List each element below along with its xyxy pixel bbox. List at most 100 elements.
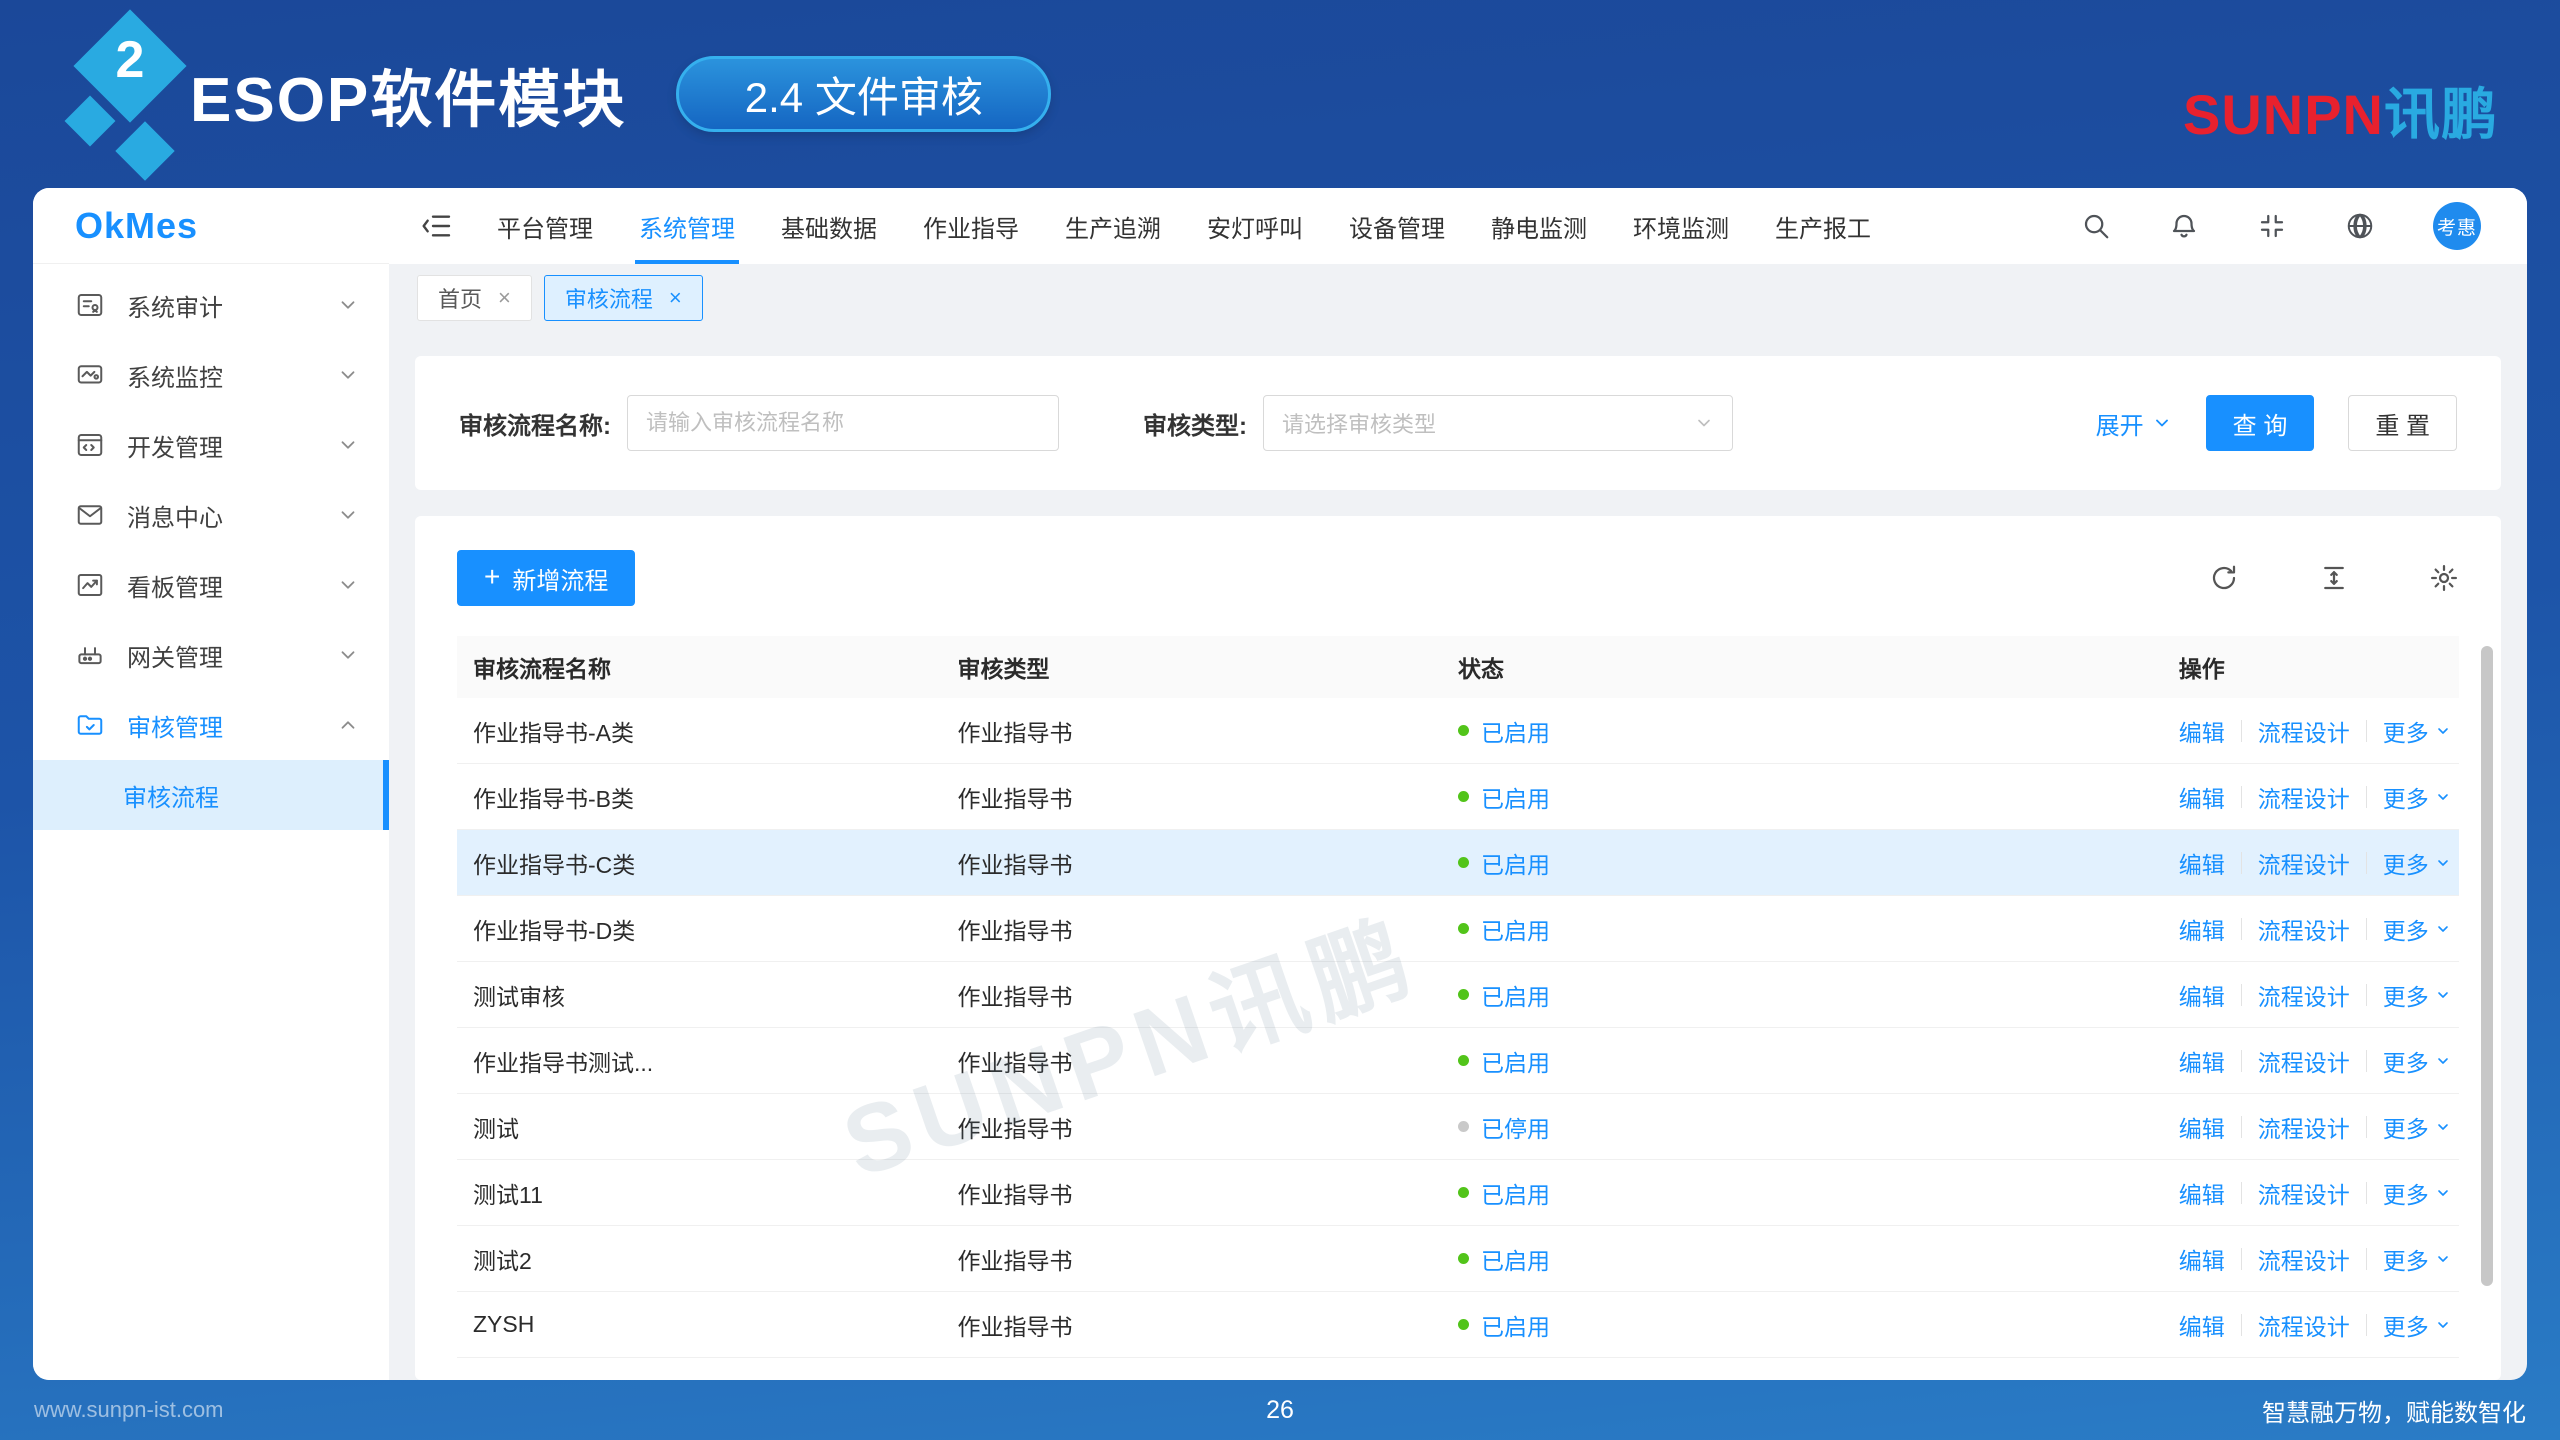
flow-design-link[interactable]: 流程设计 <box>2258 846 2350 880</box>
table-panel: + 新增流程 <box>415 516 2501 1380</box>
sidebar-item-board-manage[interactable]: 看板管理 <box>33 550 389 620</box>
reset-button[interactable]: 重 置 <box>2348 395 2457 451</box>
flow-design-link[interactable]: 流程设计 <box>2258 978 2350 1012</box>
more-link[interactable]: 更多 <box>2383 1308 2429 1342</box>
action-divider <box>2241 984 2242 1006</box>
more-link[interactable]: 更多 <box>2383 1176 2429 1210</box>
edit-link[interactable]: 编辑 <box>2179 1308 2225 1342</box>
flow-design-link[interactable]: 流程设计 <box>2258 1242 2350 1276</box>
chevron-down-icon <box>337 714 359 736</box>
row-density-icon[interactable] <box>2319 563 2349 593</box>
cell-status: 已启用 <box>1458 846 2179 880</box>
settings-gear-icon[interactable] <box>2429 563 2459 593</box>
nav-item-andon-call[interactable]: 安灯呼叫 <box>1207 188 1303 264</box>
edit-link[interactable]: 编辑 <box>2179 846 2225 880</box>
search-button[interactable]: 查 询 <box>2206 395 2315 451</box>
status-dot <box>1458 857 1469 868</box>
tab-home[interactable]: 首页 × <box>417 275 532 321</box>
sidebar-item-dev-manage[interactable]: 开发管理 <box>33 410 389 480</box>
more-link[interactable]: 更多 <box>2383 912 2429 946</box>
nav-item-platform[interactable]: 平台管理 <box>497 188 593 264</box>
sidebar-item-gateway-manage[interactable]: 网关管理 <box>33 620 389 690</box>
edit-link[interactable]: 编辑 <box>2179 1242 2225 1276</box>
more-link[interactable]: 更多 <box>2383 846 2429 880</box>
more-link[interactable]: 更多 <box>2383 978 2429 1012</box>
scrollbar-thumb[interactable] <box>2481 646 2493 1286</box>
edit-link[interactable]: 编辑 <box>2179 780 2225 814</box>
nav-item-basic-data[interactable]: 基础数据 <box>781 188 877 264</box>
add-flow-button[interactable]: + 新增流程 <box>457 550 635 606</box>
fullscreen-exit-icon[interactable] <box>2257 211 2287 241</box>
sidebar-subitem-audit-flow[interactable]: 审核流程 <box>33 760 389 830</box>
status-dot <box>1458 1187 1469 1198</box>
nav-item-system[interactable]: 系统管理 <box>639 188 735 264</box>
flow-design-link[interactable]: 流程设计 <box>2258 1308 2350 1342</box>
action-divider <box>2366 1248 2367 1270</box>
cell-flow-name: 测试审核 <box>457 978 958 1012</box>
status-dot <box>1458 1253 1469 1264</box>
search-icon[interactable] <box>2081 211 2111 241</box>
edit-link[interactable]: 编辑 <box>2179 1110 2225 1144</box>
chevron-down-icon <box>2435 921 2451 937</box>
more-link[interactable]: 更多 <box>2383 1110 2429 1144</box>
menu-collapse-icon[interactable] <box>421 210 453 242</box>
page-number: 26 <box>1266 1396 1294 1425</box>
flow-name-label: 审核流程名称: <box>459 406 611 441</box>
nav-item-work-instruction[interactable]: 作业指导 <box>923 188 1019 264</box>
flow-name-input[interactable] <box>627 395 1059 451</box>
edit-link[interactable]: 编辑 <box>2179 978 2225 1012</box>
app-brand: OkMes <box>33 188 389 264</box>
flow-design-link[interactable]: 流程设计 <box>2258 1110 2350 1144</box>
flow-design-link[interactable]: 流程设计 <box>2258 912 2350 946</box>
table-scrollbar[interactable] <box>2481 646 2493 1340</box>
user-avatar[interactable]: 考惠 <box>2433 202 2481 250</box>
status-badge: 已启用 <box>1481 714 1550 748</box>
status-badge: 已启用 <box>1481 780 1550 814</box>
edit-link[interactable]: 编辑 <box>2179 912 2225 946</box>
sidebar-item-system-audit[interactable]: 系统审计 <box>33 270 389 340</box>
monitor-icon <box>75 360 105 390</box>
action-divider <box>2241 918 2242 940</box>
status-dot <box>1458 725 1469 736</box>
sidebar: OkMes 系统审计 系统监控 <box>33 188 389 1380</box>
nav-item-label: 平台管理 <box>497 209 593 244</box>
cell-status: 已启用 <box>1458 1044 2179 1078</box>
status-badge: 已启用 <box>1481 1176 1550 1210</box>
flow-design-link[interactable]: 流程设计 <box>2258 780 2350 814</box>
sidebar-item-message-center[interactable]: 消息中心 <box>33 480 389 550</box>
chevron-down-icon <box>337 364 359 386</box>
nav-item-production-trace[interactable]: 生产追溯 <box>1065 188 1161 264</box>
edit-link[interactable]: 编辑 <box>2179 1176 2225 1210</box>
audit-type-select[interactable]: 请选择审核类型 <box>1263 395 1733 451</box>
edit-link[interactable]: 编辑 <box>2179 714 2225 748</box>
more-link[interactable]: 更多 <box>2383 780 2429 814</box>
more-link[interactable]: 更多 <box>2383 1242 2429 1276</box>
tab-audit-flow[interactable]: 审核流程 × <box>544 275 703 321</box>
chevron-down-icon <box>2435 855 2451 871</box>
close-icon[interactable]: × <box>669 287 682 309</box>
refresh-icon[interactable] <box>2209 563 2239 593</box>
nav-item-esd-monitor[interactable]: 静电监测 <box>1491 188 1587 264</box>
chevron-down-icon <box>2435 1119 2451 1135</box>
edit-link[interactable]: 编辑 <box>2179 1044 2225 1078</box>
cell-status: 已启用 <box>1458 714 2179 748</box>
section-pill: 2.4 文件审核 <box>676 56 1051 132</box>
flow-design-link[interactable]: 流程设计 <box>2258 714 2350 748</box>
globe-language-icon[interactable] <box>2345 211 2375 241</box>
nav-item-equipment[interactable]: 设备管理 <box>1349 188 1445 264</box>
expand-label: 展开 <box>2096 406 2144 441</box>
chevron-down-icon <box>2435 987 2451 1003</box>
more-link[interactable]: 更多 <box>2383 714 2429 748</box>
nav-item-env-monitor[interactable]: 环境监测 <box>1633 188 1729 264</box>
cell-flow-name: ZYSH <box>457 1311 958 1338</box>
nav-item-production-report[interactable]: 生产报工 <box>1775 188 1871 264</box>
expand-filters-link[interactable]: 展开 <box>2096 406 2172 441</box>
sidebar-item-system-monitor[interactable]: 系统监控 <box>33 340 389 410</box>
more-link[interactable]: 更多 <box>2383 1044 2429 1078</box>
table-body: 作业指导书-A类 作业指导书 已启用 编辑 流程设计 <box>457 698 2459 1358</box>
flow-design-link[interactable]: 流程设计 <box>2258 1176 2350 1210</box>
sidebar-item-audit-manage[interactable]: 审核管理 <box>33 690 389 760</box>
bell-icon[interactable] <box>2169 211 2199 241</box>
close-icon[interactable]: × <box>498 287 511 309</box>
flow-design-link[interactable]: 流程设计 <box>2258 1044 2350 1078</box>
